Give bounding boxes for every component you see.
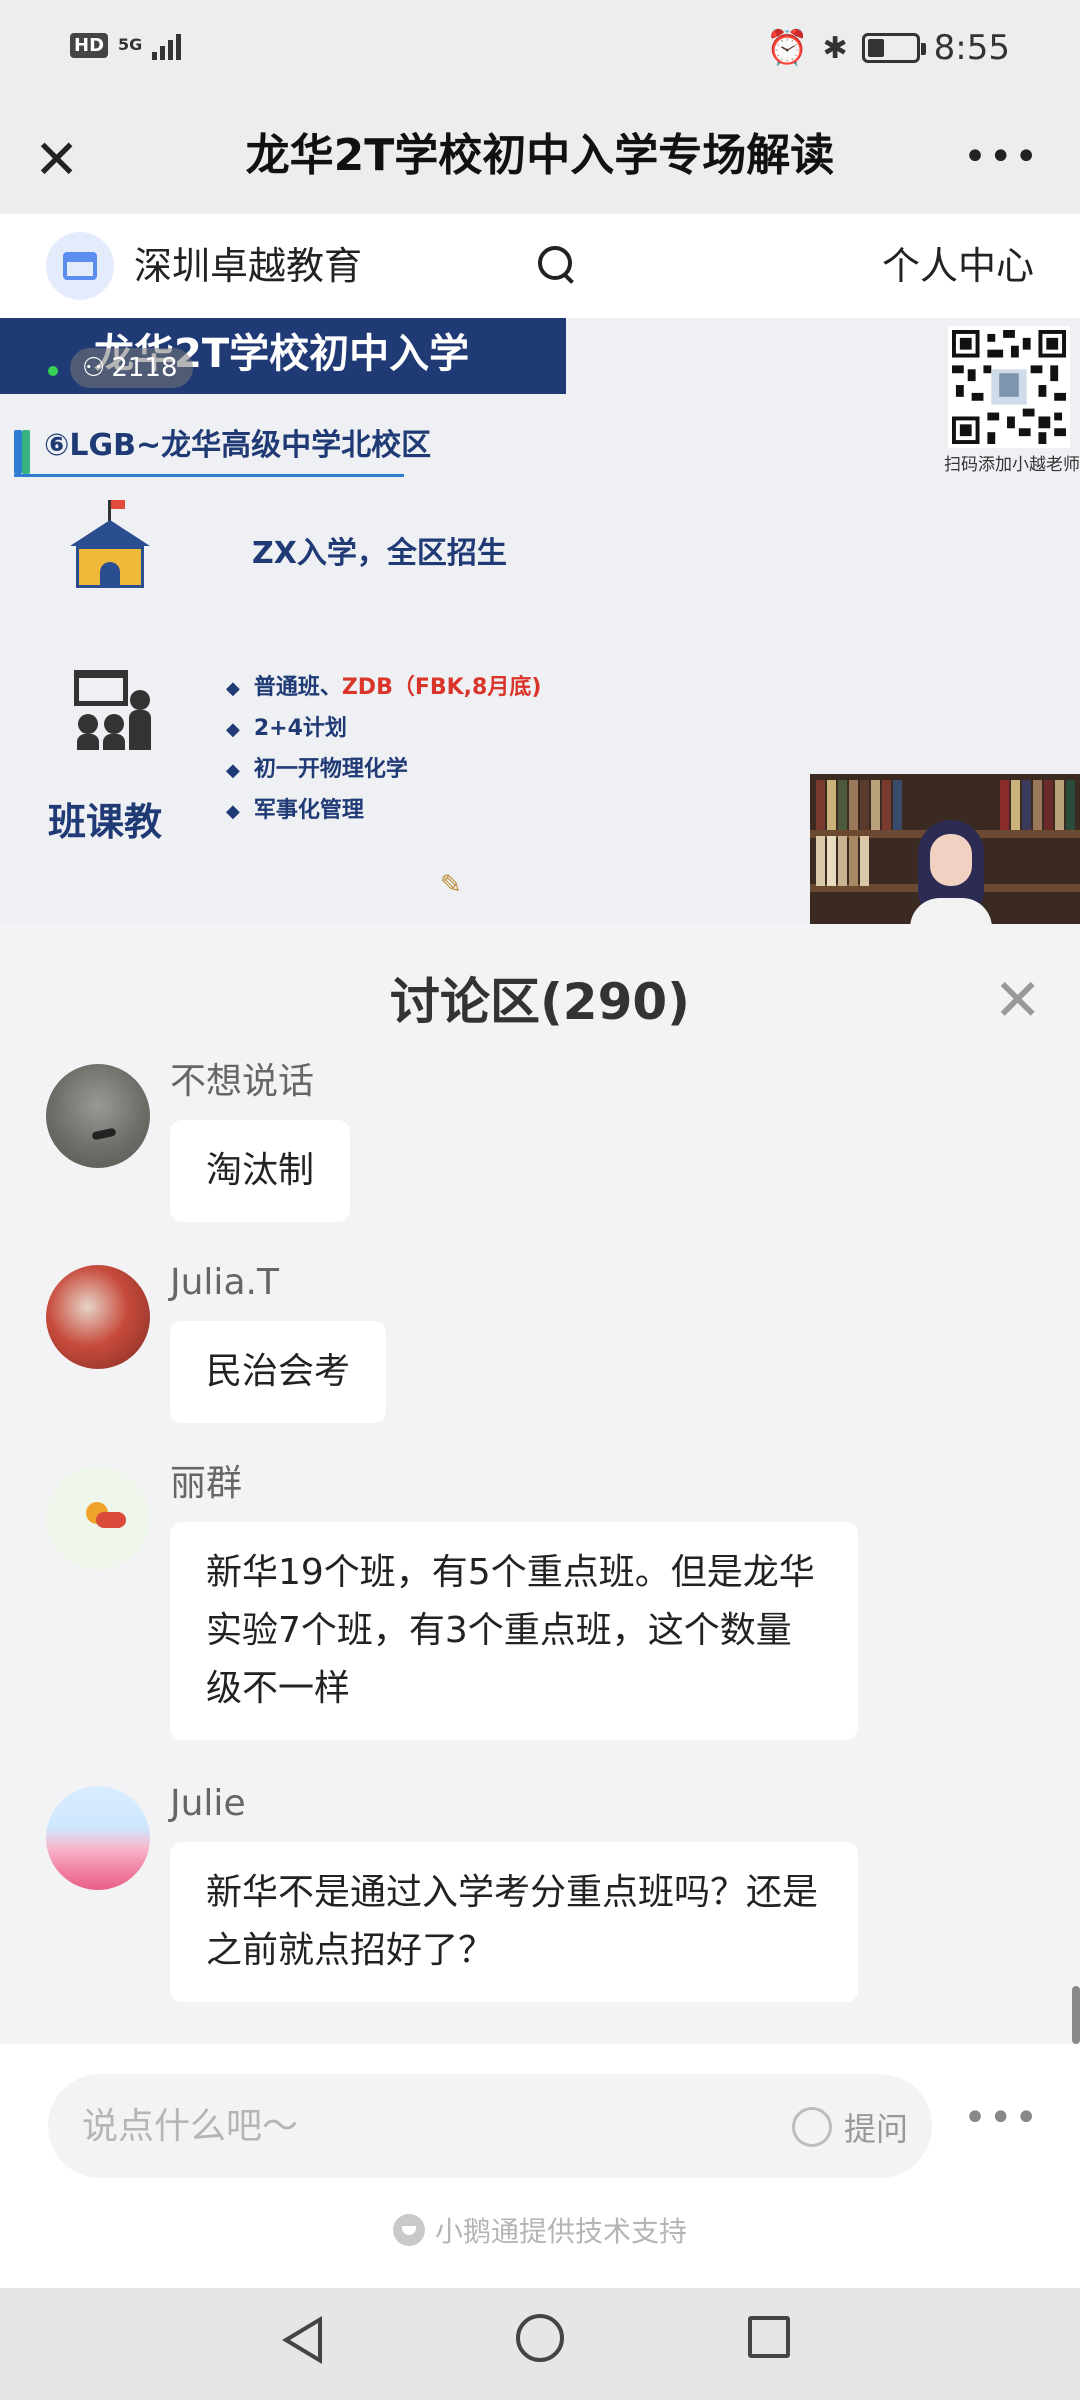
bullet-item: 普通班、ZDB（FBK,8月底) <box>226 668 542 709</box>
powered-by-text: 小鹅通提供技术支持 <box>434 2215 687 2248</box>
qr-caption: 扫码添加小越老师 <box>944 455 1080 475</box>
bullet-item: 初一开物理化学 <box>226 750 541 791</box>
avatar[interactable] <box>46 1466 150 1570</box>
qr-code <box>948 326 1070 448</box>
page-title: 龙华2T学校初中入学专场解读 <box>245 130 835 181</box>
live-dot-icon <box>48 366 58 376</box>
status-right: ⏰ ✱ 8:55 <box>766 28 1010 68</box>
message-bubble[interactable]: 民治会考 <box>170 1321 387 1423</box>
back-nav-icon[interactable] <box>282 2316 322 2364</box>
shop-name[interactable]: 深圳卓越教育 <box>134 238 362 294</box>
network-type: 5G <box>118 35 143 54</box>
close-icon[interactable]: ✕ <box>34 130 79 190</box>
signal-icon <box>152 30 182 60</box>
highlight-text: ZDB（FBK,8月底) <box>341 675 542 700</box>
recents-nav-icon[interactable] <box>748 2316 790 2358</box>
person-icon: ⚇ <box>82 353 106 383</box>
message-username: 丽群 <box>170 1463 243 1504</box>
system-nav-bar <box>0 2288 1080 2400</box>
viewer-count: 2118 <box>111 353 178 383</box>
xiaoetong-logo-icon <box>392 2214 425 2246</box>
comment-input-pill[interactable]: 提问 <box>48 2074 932 2178</box>
avatar[interactable] <box>46 1064 150 1168</box>
home-nav-icon[interactable] <box>516 2314 564 2362</box>
user-center-link[interactable]: 个人中心 <box>882 238 1034 294</box>
alarm-icon: ⏰ <box>766 28 809 68</box>
admission-text: ZX入学，全区招生 <box>252 536 507 571</box>
class-label: 班课教 <box>48 800 163 844</box>
shop-bar: 深圳卓越教育 个人中心 <box>0 214 1080 318</box>
live-video-player[interactable]: 龙华2T学校初中入学 ⚇ 2118 ⑥LGB~龙华高级中学北校区 ZX入学，全区… <box>0 318 1080 924</box>
title-bar: ✕ 龙华2T学校初中入学专场解读 ••• <box>0 106 1080 214</box>
viewer-count-badge: ⚇ 2118 <box>70 348 194 388</box>
avatar[interactable] <box>46 1265 150 1369</box>
search-icon[interactable] <box>536 244 580 288</box>
message-bubble[interactable]: 新华19个班，有5个重点班。但是龙华实验7个班，有3个重点班，这个数量级不一样 <box>170 1522 858 1740</box>
teacher-camera-view[interactable] <box>810 774 1080 924</box>
comment-input-area: 提问 ••• 小鹅通提供技术支持 <box>0 2044 1080 2288</box>
bullet-item: 2+4计划 <box>226 709 541 750</box>
campus-marker-icon-2 <box>22 430 30 474</box>
more-actions-icon[interactable]: ••• <box>963 2098 1040 2138</box>
store-icon[interactable] <box>46 232 114 300</box>
more-options-icon[interactable]: ••• <box>963 137 1040 177</box>
clock: 8:55 <box>933 28 1010 68</box>
radio-circle-icon[interactable] <box>791 2107 832 2147</box>
comment-input[interactable] <box>82 2096 642 2156</box>
slide-bullet-list: 普通班、ZDB（FBK,8月底) 2+4计划 初一开物理化学 军事化管理 <box>226 668 542 832</box>
message-username: Julia.T <box>170 1262 279 1303</box>
classroom-icon <box>74 670 151 750</box>
powered-by: 小鹅通提供技术支持 <box>0 2210 1080 2250</box>
hd-badge: HD <box>70 32 109 58</box>
pencil-icon: ✎ <box>440 870 462 900</box>
message-bubble[interactable]: 新华不是通过入学考分重点班吗？还是之前就点招好了？ <box>170 1842 858 2002</box>
bluetooth-icon: ✱ <box>822 30 848 66</box>
ask-label: 提问 <box>843 2110 908 2148</box>
battery-icon <box>861 33 926 63</box>
ask-question-toggle[interactable]: 提问 <box>791 2104 908 2150</box>
message-username: Julie <box>170 1783 246 1824</box>
teacher-video <box>910 820 992 924</box>
school-building-icon <box>70 500 150 590</box>
campus-marker-icon <box>14 430 22 474</box>
close-discussion-icon[interactable]: ✕ <box>993 970 1042 1030</box>
discussion-header: 讨论区(290) ✕ <box>0 924 1080 1031</box>
bullet-item: 军事化管理 <box>226 791 541 832</box>
campus-underline <box>14 474 404 477</box>
status-bar: HD 5G ⏰ ✱ 8:55 <box>0 0 1080 106</box>
network-indicators: HD 5G <box>70 30 182 60</box>
message-username: 不想说话 <box>170 1061 315 1102</box>
qr-code-graphic <box>952 330 1066 444</box>
campus-title: ⑥LGB~龙华高级中学北校区 <box>44 428 432 463</box>
message-bubble[interactable]: 淘汰制 <box>170 1120 351 1222</box>
avatar[interactable] <box>46 1786 150 1890</box>
scrollbar-thumb[interactable] <box>1072 1986 1080 2044</box>
discussion-title: 讨论区(290) <box>389 973 691 1031</box>
